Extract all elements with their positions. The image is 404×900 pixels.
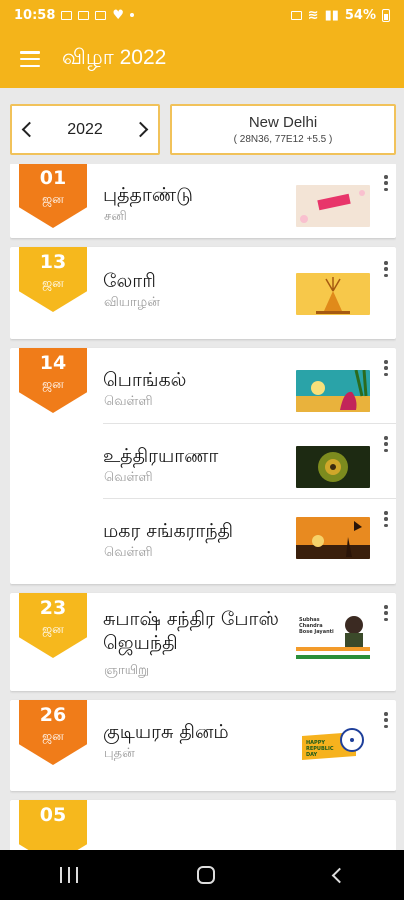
festival-card: 26 ஜன குடியரசு தினம் புதன் HAPPY REPUBLI… [10, 700, 396, 791]
pongal-thumbnail [296, 370, 370, 412]
makar-sankranti-thumbnail [296, 517, 370, 559]
heart-notification-icon: ♥ [112, 7, 125, 23]
date-month: ஜன [42, 276, 64, 290]
festival-card: 14 ஜன பொங்கல் வெள்ளி உத்திரயாணா வெள்ளி ம… [10, 348, 396, 584]
location-coords: ( 28N36, 77E12 +5.5 ) [233, 134, 333, 145]
date-badge: 23 ஜன [19, 593, 87, 658]
festival-weekday: வெள்ளி [104, 394, 153, 409]
screen-notification-icon [95, 10, 107, 20]
festival-weekday: வியாழன் [104, 295, 160, 310]
festival-name: மகர சங்கராந்தி [103, 520, 234, 542]
alarm-icon [290, 10, 302, 20]
more-notifications-icon [130, 13, 135, 17]
more-options-icon[interactable] [384, 175, 388, 191]
festival-row[interactable]: குடியரசு தினம் புதன் HAPPY REPUBLIC DAY [103, 700, 396, 791]
filter-controls: 2022 New Delhi ( 28N36, 77E12 +5.5 ) [10, 104, 396, 156]
festival-row[interactable]: உத்திரயாணா வெள்ளி [103, 423, 396, 498]
date-day: 14 [39, 352, 67, 374]
previous-year-icon[interactable] [21, 121, 38, 138]
festival-row[interactable]: பொங்கல் வெள்ளி [103, 348, 396, 423]
more-options-icon[interactable] [384, 436, 388, 452]
festival-name: குடியரசு தினம் [103, 721, 229, 743]
festival-weekday: புதன் [104, 746, 135, 761]
wifi-icon: ≋ [307, 7, 319, 23]
date-badge: 13 ஜன [19, 247, 87, 312]
signal-icon: ▮▮ [324, 7, 339, 23]
date-badge: 01 ஜன [19, 164, 87, 228]
date-month: ஜன [42, 192, 64, 206]
festival-row[interactable]: புத்தாண்டு சனி [103, 164, 396, 238]
status-bar: 10:58 ♥ ≋ ▮▮ 54% [0, 0, 404, 30]
festival-weekday: ஞாயிறு [104, 663, 149, 678]
festival-name: உத்திரயாணா [103, 445, 219, 467]
system-nav-bar [0, 850, 404, 900]
thumbnail-caption: HAPPY REPUBLIC DAY [306, 740, 334, 758]
festival-weekday: வெள்ளி [104, 470, 153, 485]
home-icon[interactable] [196, 866, 215, 884]
next-year-icon[interactable] [132, 121, 149, 138]
date-month: ஜன [42, 377, 64, 391]
menu-icon[interactable] [20, 51, 40, 67]
date-day: 26 [39, 704, 67, 726]
back-icon[interactable] [331, 867, 347, 883]
festival-card: 23 ஜன சுபாஷ் சந்திர போஸ் ஜெயந்தி ஞாயிறு … [10, 593, 396, 691]
uttarayana-thumbnail [296, 446, 370, 488]
festival-weekday: சனி [104, 209, 127, 224]
festival-name: புத்தாண்டு [103, 184, 193, 206]
date-day: 13 [39, 251, 67, 273]
festival-name: பொங்கல் [103, 369, 187, 391]
festival-row[interactable]: லோரி வியாழன் [103, 247, 396, 339]
festival-row[interactable] [103, 800, 396, 850]
location-selector[interactable]: New Delhi ( 28N36, 77E12 +5.5 ) [170, 104, 396, 155]
thumbnail-caption: Subhas Chandra Bose Jayanti [299, 617, 334, 635]
recent-apps-icon[interactable] [59, 867, 78, 883]
battery-icon [382, 8, 390, 22]
bose-jayanti-thumbnail: Subhas Chandra Bose Jayanti [296, 613, 370, 661]
more-options-icon[interactable] [384, 605, 388, 621]
app-title: விழா 2022 [62, 46, 167, 69]
status-time: 10:58 [14, 7, 56, 23]
date-day: 05 [39, 804, 67, 826]
gallery-notification-icon [61, 10, 73, 20]
date-day: 23 [39, 597, 67, 619]
festival-card: 01 ஜன புத்தாண்டு சனி [10, 164, 396, 238]
date-badge: 05 [19, 800, 87, 850]
festival-list[interactable]: 01 ஜன புத்தாண்டு சனி 13 ஜன லோரி வியாழன் … [10, 164, 396, 850]
app-bar: விழா 2022 [0, 30, 404, 88]
festival-card: 13 ஜன லோரி வியாழன் [10, 247, 396, 339]
new-year-thumbnail [296, 185, 370, 227]
festival-name: லோரி [103, 270, 156, 292]
date-day: 01 [39, 167, 67, 189]
year-selector: 2022 [10, 104, 160, 155]
festival-name: சுபாஷ் சந்திர போஸ் ஜெயந்தி [103, 608, 279, 654]
date-month: ஜன [42, 622, 64, 636]
battery-percent: 54% [344, 7, 376, 23]
location-city: New Delhi [248, 114, 318, 131]
festival-row[interactable]: மகர சங்கராந்தி வெள்ளி [103, 498, 396, 584]
gallery-notification-icon [78, 10, 90, 20]
date-badge: 14 ஜன [19, 348, 87, 413]
lohri-thumbnail [296, 273, 370, 315]
festival-row[interactable]: சுபாஷ் சந்திர போஸ் ஜெயந்தி ஞாயிறு Subhas… [103, 593, 396, 691]
festival-weekday: வெள்ளி [104, 545, 153, 560]
more-options-icon[interactable] [384, 261, 388, 277]
festival-card: 05 [10, 800, 396, 850]
year-label: 2022 [67, 120, 103, 138]
more-options-icon[interactable] [384, 712, 388, 728]
more-options-icon[interactable] [384, 511, 388, 527]
date-month: ஜன [42, 729, 64, 743]
date-badge: 26 ஜன [19, 700, 87, 765]
republic-day-thumbnail: HAPPY REPUBLIC DAY [296, 726, 370, 764]
more-options-icon[interactable] [384, 360, 388, 376]
